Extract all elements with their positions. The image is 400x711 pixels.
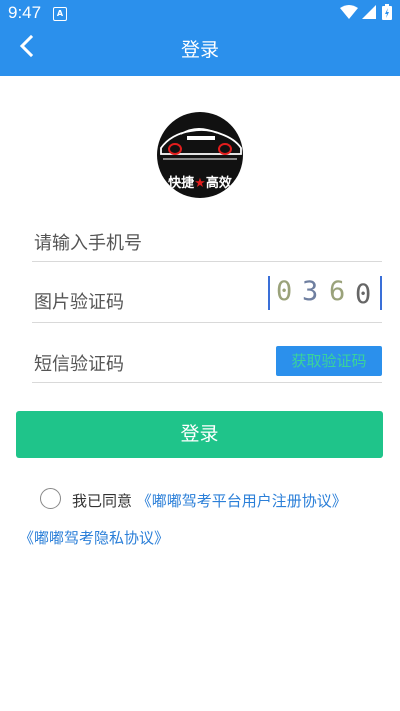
image-captcha-input[interactable]: 图片验证码 bbox=[34, 288, 124, 314]
app-header: 9:47 A 登录 bbox=[0, 0, 400, 76]
captcha-image[interactable]: 0 3 6 0 bbox=[268, 276, 382, 310]
phone-field[interactable]: 请输入手机号 bbox=[32, 201, 382, 262]
logo-slogan-right: 高效 bbox=[205, 176, 232, 191]
app-logo: 快捷★高效 bbox=[157, 112, 243, 198]
wifi-icon bbox=[340, 5, 358, 19]
privacy-agreement-link[interactable]: 《嘟嘟驾考隐私协议》 bbox=[19, 529, 169, 547]
get-code-button[interactable]: 获取验证码 bbox=[276, 346, 382, 376]
car-icon bbox=[160, 128, 242, 160]
image-captcha-field[interactable]: 图片验证码 0 3 6 0 bbox=[32, 262, 382, 323]
captcha-char: 0 bbox=[276, 276, 293, 307]
sms-code-field[interactable]: 短信验证码 获取验证码 bbox=[32, 322, 382, 383]
phone-input[interactable]: 请输入手机号 bbox=[34, 229, 142, 255]
user-agreement-link[interactable]: 《嘟嘟驾考平台用户注册协议》 bbox=[137, 492, 347, 510]
login-button[interactable]: 登录 bbox=[16, 411, 383, 458]
privacy-row: 《嘟嘟驾考隐私协议》 bbox=[19, 527, 169, 548]
logo-slogan-left: 快捷 bbox=[168, 176, 195, 191]
page-title: 登录 bbox=[180, 39, 219, 61]
star-icon: ★ bbox=[194, 176, 206, 191]
battery-icon bbox=[382, 4, 392, 20]
agreement-text: 我已同意 《嘟嘟驾考平台用户注册协议》 bbox=[72, 490, 347, 511]
captcha-char: 3 bbox=[302, 276, 319, 307]
status-bar: 9:47 A bbox=[0, 0, 400, 26]
agree-radio[interactable] bbox=[40, 488, 61, 509]
sms-code-input[interactable]: 短信验证码 bbox=[34, 350, 124, 376]
captcha-char: 0 bbox=[355, 279, 372, 310]
notification-icon: A bbox=[53, 7, 67, 21]
signal-icon bbox=[362, 5, 376, 19]
captcha-char: 6 bbox=[329, 276, 346, 307]
agree-prefix: 我已同意 bbox=[72, 492, 133, 510]
status-time: 9:47 bbox=[8, 3, 42, 22]
logo-slogan: 快捷★高效 bbox=[157, 172, 243, 191]
